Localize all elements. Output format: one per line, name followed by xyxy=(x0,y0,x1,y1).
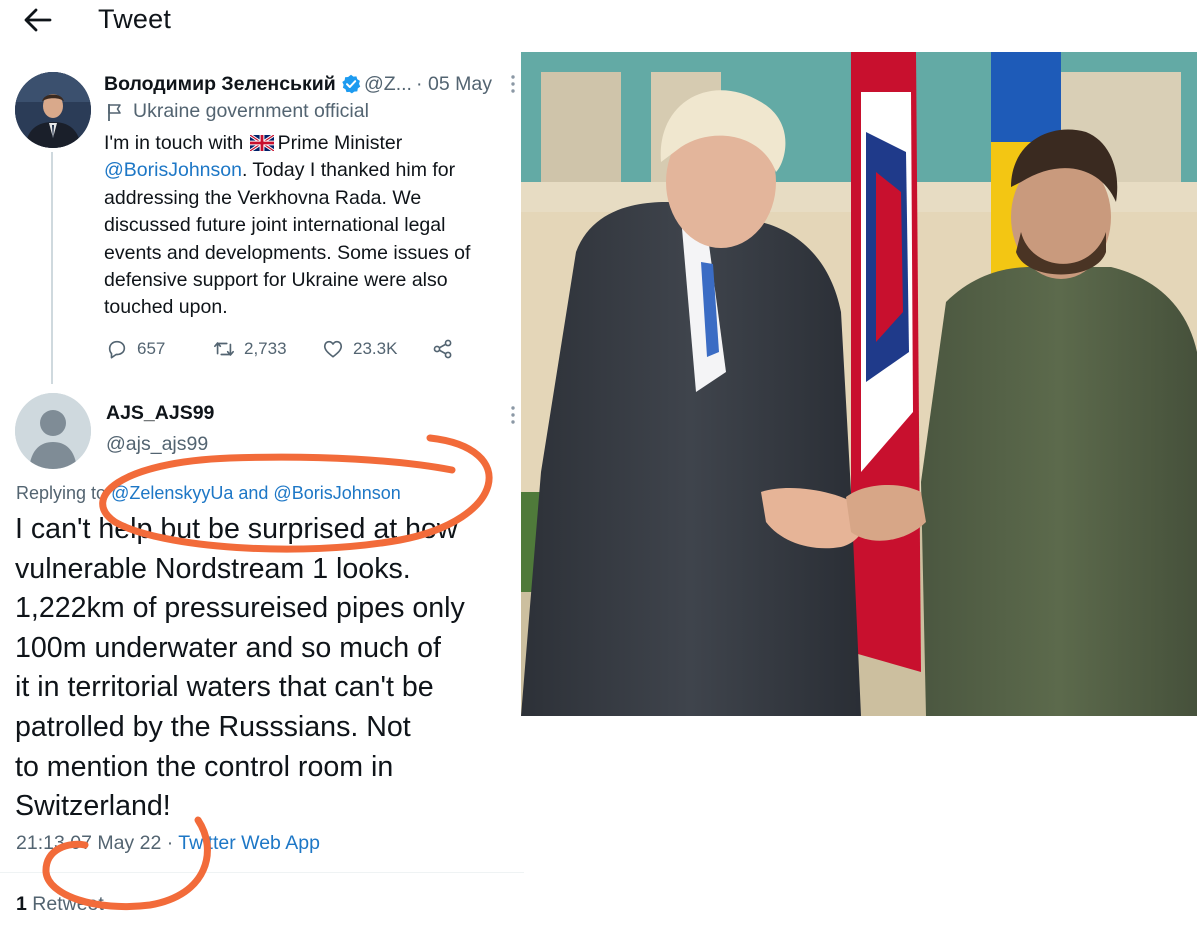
tweet-date[interactable]: 05 May xyxy=(428,73,492,96)
avatar[interactable] xyxy=(15,393,91,469)
tweet-line: 100m underwater and so much of xyxy=(15,631,441,664)
tweet-text: I'm in touch with Prime Minister @BorisJ… xyxy=(104,130,504,322)
mention-link[interactable]: @ZelenskyyUa and @BorisJohnson xyxy=(111,483,401,503)
retweet-button[interactable]: 2,733 xyxy=(213,337,287,361)
like-count: 23.3K xyxy=(353,339,398,358)
divider xyxy=(0,872,524,873)
tweet-line: defensive support for Ukraine were also xyxy=(104,269,448,292)
retweet-icon xyxy=(214,342,234,356)
source-link[interactable]: Twitter Web App xyxy=(178,832,320,854)
tweet-meta: 21:13 07 May 22 · Twitter Web App xyxy=(16,832,320,854)
mention-link[interactable]: @BorisJohnson xyxy=(104,159,242,181)
tweet-line: vulnerable Nordstream 1 looks. xyxy=(15,552,411,585)
avatar[interactable] xyxy=(15,72,91,148)
like-icon xyxy=(323,340,343,358)
more-options-icon[interactable] xyxy=(510,405,516,425)
verified-icon xyxy=(342,74,361,94)
thread-line xyxy=(51,152,53,384)
reply-text: I can't help but be surprised at how vul… xyxy=(15,510,515,827)
tweet-line: patrolled by the Russsians. Not xyxy=(15,710,411,743)
replying-to: Replying to @ZelenskyyUa and @BorisJohns… xyxy=(16,483,401,503)
tweet-line: I'm in touch with Prime Minister xyxy=(104,132,403,154)
share-button[interactable] xyxy=(432,337,454,361)
reply-icon xyxy=(108,340,126,359)
author-name[interactable]: Володимир Зеленський xyxy=(104,73,336,96)
retweet-count: 2,733 xyxy=(244,339,287,358)
tweet-time[interactable]: 21:13 xyxy=(16,832,65,854)
tweet-line: touched upon. xyxy=(104,296,228,319)
tweet-line: I can't help but be surprised at how xyxy=(15,513,458,545)
author-handle[interactable]: @ajs_ajs99 xyxy=(106,433,208,456)
page-title: Tweet xyxy=(98,4,172,34)
tweet-date[interactable]: 07 May 22 xyxy=(70,832,161,854)
tweet-line: events and developments. Some issues of xyxy=(104,241,471,264)
handshake-photo xyxy=(521,52,1197,716)
retweet-count: 1 xyxy=(16,893,27,915)
author-handle[interactable]: @Z... xyxy=(364,73,412,96)
tweet-line: 1,222km of pressureised pipes only xyxy=(15,592,465,625)
retweet-stat[interactable]: 1 Retweet xyxy=(16,893,104,916)
tweet-line: to mention the control room in xyxy=(15,750,394,783)
retweet-label: Retweet xyxy=(32,893,104,915)
uk-flag-icon xyxy=(249,135,274,151)
arrow-left-icon[interactable] xyxy=(22,6,54,34)
tweet-line: discussed future joint international leg… xyxy=(104,214,446,237)
like-button[interactable]: 23.3K xyxy=(322,337,397,361)
author-name[interactable]: AJS_AJS99 xyxy=(106,402,214,425)
reply-count: 657 xyxy=(137,339,166,358)
tweet-line: addressing the Verkhovna Rada. We xyxy=(104,186,422,209)
tweet-line: @BorisJohnson. Today I thanked him for xyxy=(104,159,456,182)
government-label: Ukraine government official xyxy=(133,100,369,122)
share-icon xyxy=(433,339,452,359)
tweet-line: Switzerland! xyxy=(15,790,171,823)
flag-icon xyxy=(108,104,121,121)
separator-dot: · xyxy=(416,73,423,95)
tweet-line: it in territorial waters that can't be xyxy=(15,671,434,704)
more-options-icon[interactable] xyxy=(510,74,516,94)
reply-button[interactable]: 657 xyxy=(106,337,165,361)
